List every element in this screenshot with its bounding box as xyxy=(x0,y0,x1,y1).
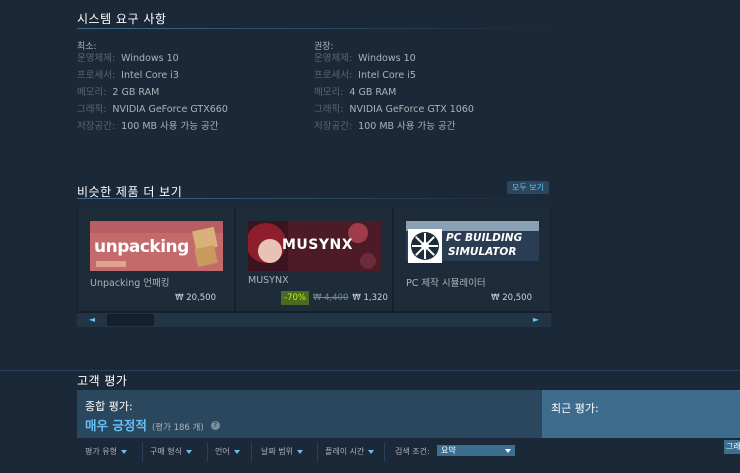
similar-item-unpacking[interactable]: unpacking Unpacking 언패킹 ₩ 20,500 xyxy=(78,207,234,311)
search-filter-select[interactable]: 요약 xyxy=(437,445,515,456)
filter-playtime[interactable]: 플레이 시간 xyxy=(325,446,375,457)
filter-divider xyxy=(251,442,252,462)
sysreq-title: 시스템 요구 사항 xyxy=(77,12,167,26)
overall-reviews-panel: 종합 평가: 매우 긍정적 (평가 186 개) ? xyxy=(77,390,542,438)
sysreq-min-memory: 메모리: 2 GB RAM xyxy=(77,87,160,98)
overall-score[interactable]: 매우 긍정적 xyxy=(85,418,147,433)
filter-divider xyxy=(317,442,318,462)
sysreq-rec-memory: 메모리: 4 GB RAM xyxy=(314,87,397,98)
chevron-down-icon xyxy=(185,449,192,454)
filter-language[interactable]: 언어 xyxy=(215,446,240,457)
help-icon[interactable]: ? xyxy=(210,421,220,430)
similar-item-name: Unpacking 언패킹 xyxy=(90,278,170,289)
review-filter-bar: 평가 유형 구매 형식 언어 날짜 범위 플레이 시간 검색 조건: 요약 xyxy=(77,440,740,464)
sysreq-rec-list: 운영체제: Windows 10 프로세서: Intel Core i5 메모리: 4… xyxy=(314,50,474,135)
similar-item-name: MUSYNX xyxy=(248,275,289,286)
filter-divider xyxy=(384,442,385,462)
capsule-musynx-text: MUSYNX xyxy=(282,237,354,253)
sysreq-rec-os: 운영체제: Windows 10 xyxy=(314,53,416,64)
filter-divider xyxy=(207,442,208,462)
filter-date-range[interactable]: 날짜 범위 xyxy=(261,446,303,457)
sysreq-min-cpu: 프로세서: Intel Core i3 xyxy=(77,70,179,81)
similar-divider xyxy=(77,198,551,199)
view-all-button[interactable]: 모두 보기 xyxy=(507,181,549,194)
sysreq-min-graphics: 그래픽: NVIDIA GeForce GTX660 xyxy=(77,104,228,115)
filter-review-type[interactable]: 평가 유형 xyxy=(85,446,127,457)
edge-button[interactable]: 그래 xyxy=(724,440,740,454)
original-price: ₩ 4,400 xyxy=(312,293,349,303)
sysreq-min-storage: 저장공간: 100 MB 사용 가능 공간 xyxy=(77,121,219,132)
capsule-pc-text-2: SIMULATOR xyxy=(448,246,517,258)
recent-reviews-panel: 최근 평가: xyxy=(542,390,740,438)
filter-purchase-type[interactable]: 구매 형식 xyxy=(150,446,192,457)
sysreq-min-list: 운영체제: Windows 10 프로세서: Intel Core i3 메모리: 2… xyxy=(77,50,228,135)
overall-summary: 매우 긍정적 (평가 186 개) ? xyxy=(85,415,220,434)
chevron-down-icon xyxy=(505,449,511,453)
recent-label: 최근 평가: xyxy=(551,402,599,415)
final-price: ₩ 1,320 xyxy=(352,293,388,303)
similar-item-name: PC 제작 시뮬레이터 xyxy=(406,278,486,289)
sysreq-rec-cpu: 프로세서: Intel Core i5 xyxy=(314,70,416,81)
filter-divider xyxy=(142,442,143,462)
discount-pct: -70% xyxy=(281,291,309,305)
capsule-unpacking: unpacking xyxy=(90,221,223,271)
scroll-left-button[interactable]: ◄ xyxy=(77,313,107,327)
capsule-musynx: MUSYNX xyxy=(248,221,381,271)
chevron-down-icon xyxy=(296,449,303,454)
similar-item-pc-building[interactable]: PC BUILDING SIMULATOR PC 제작 시뮬레이터 ₩ 20,5… xyxy=(394,207,550,311)
discount-block: -70% ₩ 4,400 ₩ 1,320 xyxy=(281,291,388,305)
similar-carousel: unpacking Unpacking 언패킹 ₩ 20,500 MUSYNX … xyxy=(77,207,551,327)
search-label: 검색 조건: xyxy=(395,447,430,456)
sysreq-rec-storage: 저장공간: 100 MB 사용 가능 공간 xyxy=(314,121,456,132)
carousel-scrollbar[interactable]: ◄ ► xyxy=(77,313,551,327)
scrollbar-thumb[interactable] xyxy=(107,314,154,326)
similar-item-price: ₩ 20,500 xyxy=(175,293,216,303)
overall-label: 종합 평가: xyxy=(85,400,133,413)
scroll-right-button[interactable]: ► xyxy=(521,313,551,327)
chevron-down-icon xyxy=(368,449,375,454)
overall-count: (평가 186 개) xyxy=(151,423,204,433)
similar-item-musynx[interactable]: MUSYNX MUSYNX -70% ₩ 4,400 ₩ 1,320 xyxy=(236,207,392,311)
reviews-title: 고객 평가 xyxy=(77,374,128,388)
chevron-down-icon xyxy=(120,449,127,454)
capsule-pc-text-1: PC BUILDING xyxy=(446,232,523,244)
similar-item-price: ₩ 20,500 xyxy=(491,293,532,303)
sysreq-rec-graphics: 그래픽: NVIDIA GeForce GTX 1060 xyxy=(314,104,474,115)
chevron-down-icon xyxy=(233,449,240,454)
capsule-unpacking-text: unpacking xyxy=(94,237,189,257)
sysreq-min-os: 운영체제: Windows 10 xyxy=(77,53,179,64)
sysreq-divider xyxy=(77,28,551,29)
capsule-pc-building: PC BUILDING SIMULATOR xyxy=(406,221,539,271)
